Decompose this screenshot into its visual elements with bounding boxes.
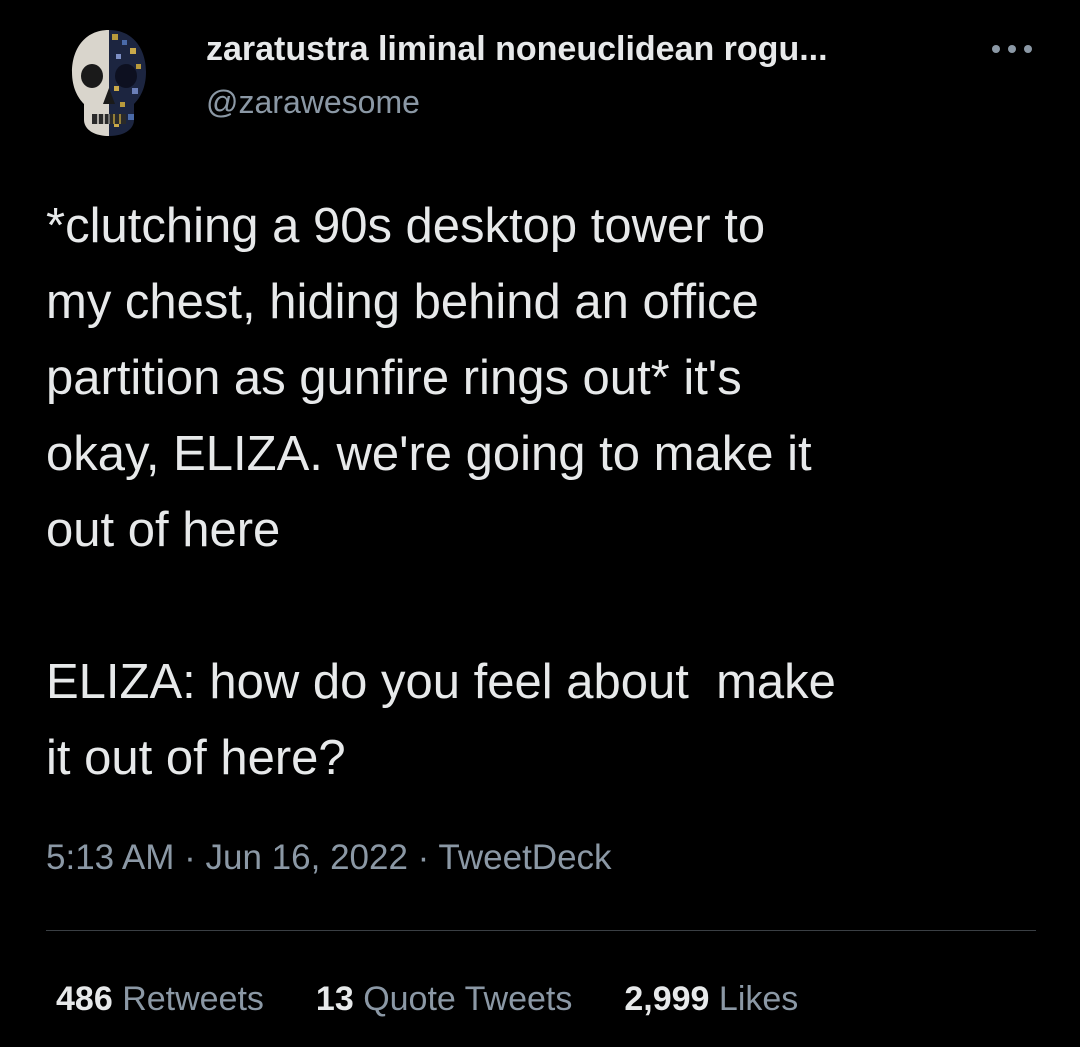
quote-tweets-label: Quote Tweets	[363, 980, 573, 1018]
retweets-label: Retweets	[122, 980, 264, 1018]
likes-label: Likes	[718, 980, 799, 1018]
skull-avatar-icon[interactable]	[66, 24, 152, 144]
meta-separator: ·	[407, 838, 439, 877]
author-handle[interactable]: @zarawesome	[206, 84, 420, 121]
tweet-date[interactable]: Jun 16, 2022	[206, 838, 408, 877]
meta-separator: ·	[174, 838, 206, 877]
more-options-button[interactable]	[984, 34, 1040, 64]
tweet-metadata: 5:13 AM · Jun 16, 2022 · TweetDeck	[46, 838, 612, 878]
quote-tweets-stat[interactable]: 13 Quote Tweets	[316, 980, 572, 1019]
author-display-name[interactable]: zaratustra liminal noneuclidean rogu...	[206, 30, 828, 69]
likes-stat[interactable]: 2,999 Likes	[624, 980, 798, 1019]
retweets-stat[interactable]: 486 Retweets	[56, 980, 264, 1019]
tweet-text: *clutching a 90s desktop tower to my che…	[46, 188, 1046, 796]
more-horizontal-icon	[992, 45, 1032, 53]
tweet-time[interactable]: 5:13 AM	[46, 838, 174, 877]
divider	[46, 930, 1036, 931]
retweets-count: 486	[56, 980, 113, 1018]
tweet-detail: zaratustra liminal noneuclidean rogu... …	[0, 0, 1080, 1047]
tweet-stats: 486 Retweets 13 Quote Tweets 2,999 Likes	[56, 980, 798, 1019]
tweet-text-paragraph-1: *clutching a 90s desktop tower to my che…	[46, 199, 812, 557]
likes-count: 2,999	[624, 980, 710, 1018]
quote-tweets-count: 13	[315, 980, 354, 1018]
tweet-text-paragraph-2: ELIZA: how do you feel about make it out…	[46, 655, 836, 785]
tweet-source[interactable]: TweetDeck	[438, 838, 611, 877]
